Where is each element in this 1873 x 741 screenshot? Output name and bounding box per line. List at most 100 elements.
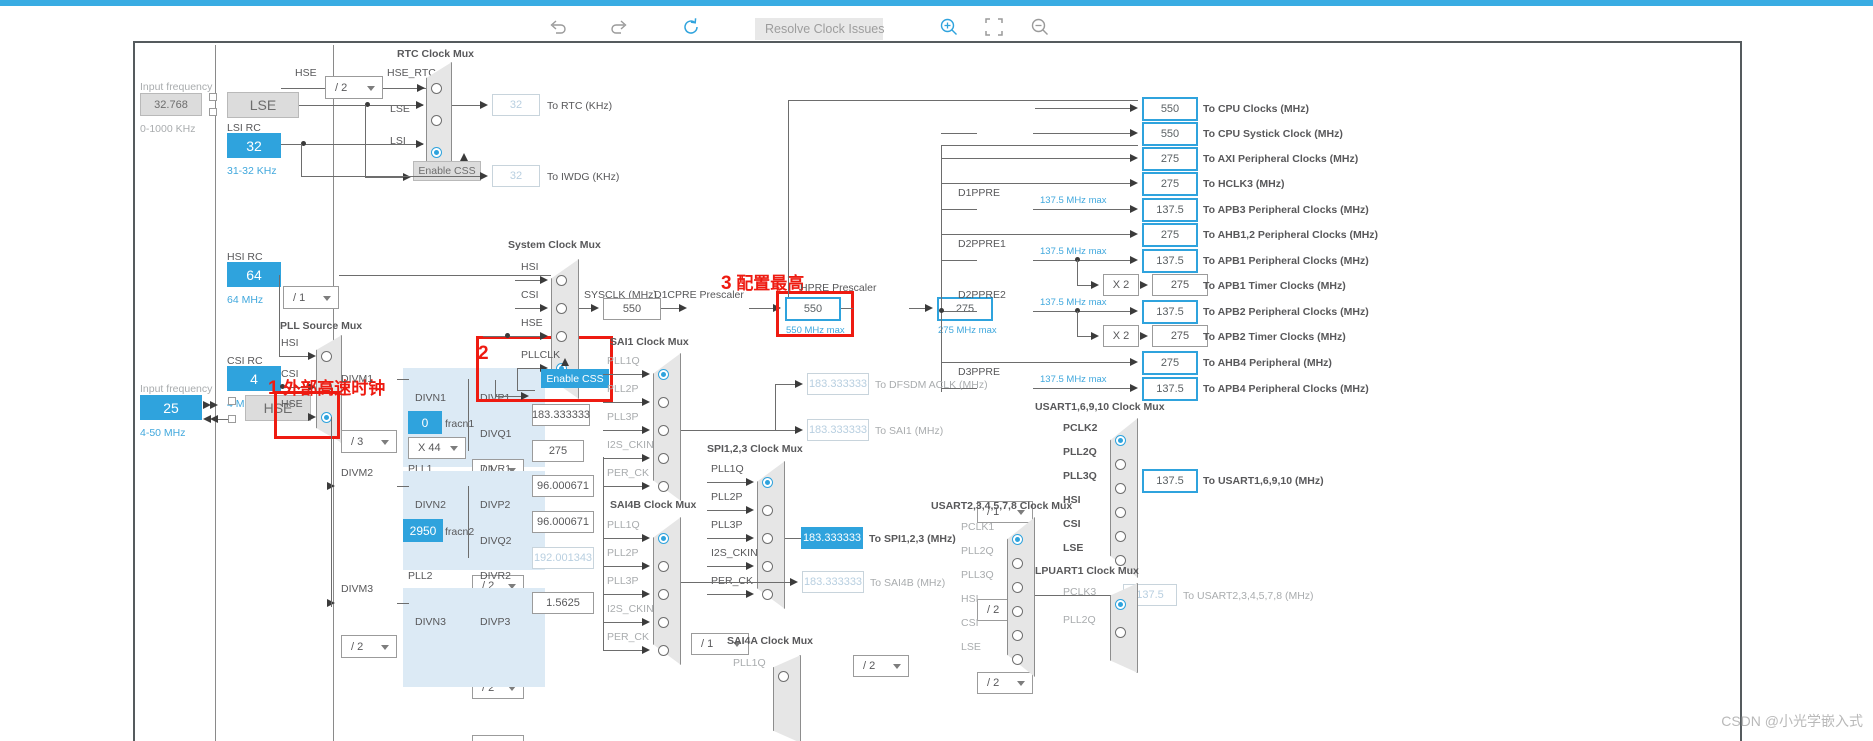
output-5-value[interactable]: 275 (1142, 223, 1198, 247)
rtc-enable-css-button[interactable]: Enable CSS (413, 161, 481, 181)
hse-pin-top (228, 397, 236, 405)
pll2r-output-value[interactable]: 192.001343 (532, 547, 594, 569)
lpuart1-mux-option-0[interactable] (1115, 599, 1126, 610)
sai4b-mux-option-4[interactable] (658, 645, 669, 656)
usart16910-input-5: LSE (1063, 542, 1084, 554)
lpuart1-mux-option-1[interactable] (1115, 627, 1126, 638)
iwdg-output-value[interactable]: 32 (492, 165, 540, 187)
sai1-mux-option-1[interactable] (658, 397, 669, 408)
sysclk-mux-option-hsi[interactable] (556, 275, 567, 286)
arrow-dfsdm (795, 380, 803, 388)
rtc-output-value[interactable]: 32 (492, 94, 540, 116)
hse-rtc-divider-select[interactable]: / 2 (325, 76, 383, 99)
output-4-value[interactable]: 137.5 (1142, 198, 1198, 222)
undo-icon[interactable] (547, 16, 569, 38)
hpre-select[interactable]: / 2 (853, 655, 909, 677)
arrow-sai4b-out (790, 578, 798, 586)
d2ppre1-select[interactable]: / 2 (977, 672, 1033, 694)
pll3p-output-value[interactable]: 1.5625 (532, 592, 594, 614)
divq2-select[interactable]: / 2 (472, 735, 524, 741)
lsi-value-box[interactable]: 32 (227, 133, 281, 158)
pll1r-output-value[interactable]: 275 (532, 440, 584, 462)
usart2345-mux-option-4[interactable] (1012, 630, 1023, 641)
output-8-value[interactable]: 137.5 (1142, 300, 1198, 324)
spi123-output-label: To SPI1,2,3 (MHz) (869, 533, 956, 545)
arrow-out2 (1130, 154, 1138, 162)
spi123-mux-option-4[interactable] (762, 589, 773, 600)
divm1-select[interactable]: / 3 (341, 430, 397, 453)
sysclk-mux-option-csi[interactable] (556, 303, 567, 314)
apb1-timer-multiplier[interactable]: X 2 (1103, 274, 1139, 296)
sai4b-mux-option-2[interactable] (658, 589, 669, 600)
sai1-output-value[interactable]: 183.333333 (807, 419, 869, 441)
usart2345-mux-option-0[interactable] (1012, 534, 1023, 545)
pll-src-option-hsi[interactable] (321, 351, 332, 362)
sysclk-enable-css-button[interactable]: Enable CSS (541, 369, 609, 388)
usart16910-mux-option-4[interactable] (1115, 531, 1126, 542)
usart2345-mux-option-2[interactable] (1012, 582, 1023, 593)
usart16910-mux-option-3[interactable] (1115, 507, 1126, 518)
sai4a-clock-mux[interactable] (773, 655, 801, 741)
redo-icon[interactable] (608, 16, 630, 38)
output-0-value[interactable]: 550 (1142, 97, 1198, 121)
hsi-divider-value: / 1 (293, 291, 306, 304)
output-9-value[interactable]: 275 (1152, 325, 1208, 347)
reset-icon[interactable] (680, 16, 702, 38)
usart16910-mux-option-2[interactable] (1115, 483, 1126, 494)
spi123-mux-option-2[interactable] (762, 533, 773, 544)
usart16910-output-value[interactable]: 137.5 (1142, 469, 1198, 493)
rtc-mux-option-lse[interactable] (431, 115, 442, 126)
usart16910-mux-option-0[interactable] (1115, 435, 1126, 446)
divm2-select[interactable]: / 2 (341, 635, 397, 658)
spi123-output-value[interactable]: 183.333333 (801, 527, 863, 549)
resolve-clock-issues-button[interactable]: Resolve Clock Issues (755, 18, 885, 40)
rtc-mux-option-hse[interactable] (431, 83, 442, 94)
spi123-mux-option-1[interactable] (762, 505, 773, 516)
sysclk-mux-option-hse[interactable] (556, 331, 567, 342)
spi123-mux-option-3[interactable] (762, 561, 773, 572)
sai4b-mux-option-0[interactable] (658, 533, 669, 544)
output-10-value[interactable]: 275 (1142, 351, 1198, 375)
output-7-value[interactable]: 275 (1152, 274, 1208, 296)
arrow-sys-hse (540, 332, 548, 340)
usart2345-mux-option-1[interactable] (1012, 558, 1023, 569)
sai4b-mux-option-3[interactable] (658, 617, 669, 628)
output-11-value[interactable]: 137.5 (1142, 377, 1198, 401)
sai4b-output-value[interactable]: 183.333333 (802, 571, 864, 593)
usart2345-mux-option-3[interactable] (1012, 606, 1023, 617)
sysclk-value[interactable]: 550 (603, 298, 661, 320)
spi123-mux-option-0[interactable] (762, 477, 773, 488)
lse-oscillator-box[interactable]: LSE (227, 92, 299, 118)
apb2-timer-multiplier[interactable]: X 2 (1103, 325, 1139, 347)
output-2-value[interactable]: 275 (1142, 147, 1198, 171)
pll2q-output-value[interactable]: 96.000671 (532, 511, 594, 533)
fit-to-screen-icon[interactable] (983, 16, 1005, 38)
divn1-select[interactable]: X 44 (408, 437, 466, 459)
arrow-css2 (521, 392, 529, 400)
output-6-value[interactable]: 137.5 (1142, 249, 1198, 273)
output-2-label: To AXI Peripheral Clocks (MHz) (1203, 153, 1359, 165)
pll2p-output-value[interactable]: 96.000671 (532, 475, 594, 497)
clock-tree-panel[interactable]: Input frequency 32.768 0-1000 KHz LSE LS… (133, 41, 1742, 741)
output-1-value[interactable]: 550 (1142, 122, 1198, 146)
rtc-mux-option-lsi[interactable] (431, 147, 442, 158)
hse-input-frequency-field[interactable]: 25 (140, 395, 202, 420)
sai1-mux-option-3[interactable] (658, 453, 669, 464)
sai1-mux-option-2[interactable] (658, 425, 669, 436)
usart16910-mux-option-1[interactable] (1115, 459, 1126, 470)
zoom-in-icon[interactable] (938, 16, 960, 38)
fracn2-field[interactable]: 2950 (403, 519, 443, 542)
pll1q-output-value[interactable]: 183.333333 (532, 404, 590, 426)
hsi-value-box[interactable]: 64 (227, 262, 281, 287)
lse-input-frequency-field[interactable]: 32.768 (140, 93, 202, 116)
dfsdm-aclk-value[interactable]: 183.333333 (807, 373, 869, 395)
output-3-value[interactable]: 275 (1142, 172, 1198, 196)
sai4b-mux-option-1[interactable] (658, 561, 669, 572)
usart2345-mux-option-5[interactable] (1012, 654, 1023, 665)
fracn1-field[interactable]: 0 (408, 411, 442, 434)
zoom-out-icon[interactable] (1029, 16, 1051, 38)
sai4a-mux-option-0[interactable] (778, 671, 789, 682)
sai1-mux-option-0[interactable] (658, 369, 669, 380)
sai1-mux-option-4[interactable] (658, 481, 669, 492)
hsi-divider-select[interactable]: / 1 (283, 286, 339, 309)
